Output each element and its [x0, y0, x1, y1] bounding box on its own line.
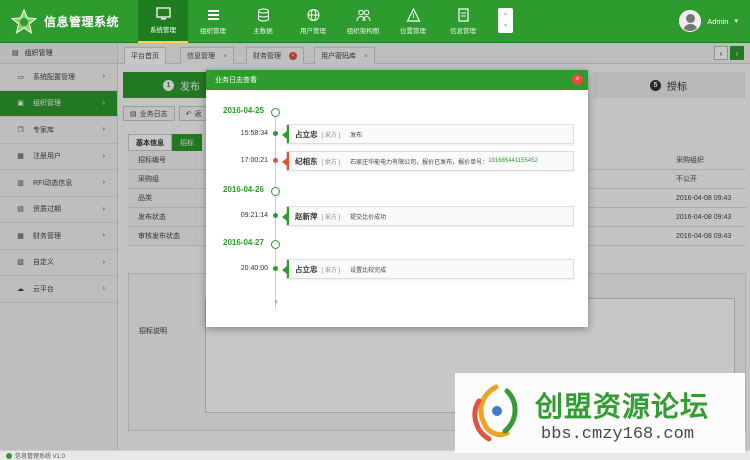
- timeline-entry: 纪相东 [ 供方 ] 石家庄华能电力有限公司，报价已发布，报价单号： 19168…: [282, 151, 574, 171]
- location-icon: [406, 8, 420, 22]
- timeline-dot: [273, 266, 278, 271]
- list-icon: [207, 10, 219, 20]
- timeline-dot: [273, 158, 278, 163]
- caret-down-icon: ▾: [734, 18, 738, 25]
- entry-user: 占立忠: [295, 264, 318, 274]
- chevron-down-icon: ⌄: [502, 20, 509, 28]
- info-icon: [6, 452, 12, 459]
- entry-action: 设置比较完成: [350, 267, 387, 274]
- dialog-title: 业务日志查看: [215, 77, 257, 84]
- timeline-dot: [273, 213, 278, 218]
- timeline-time: 17:00:21: [240, 157, 268, 164]
- nav-label: 主数据: [253, 28, 273, 35]
- users-icon: [356, 9, 370, 22]
- entry-role: [ 采方 ]: [321, 132, 341, 139]
- nav-item-org-chart[interactable]: 组织架构图: [338, 0, 388, 43]
- nav-label: 系统管理: [150, 27, 176, 34]
- nav-item-system[interactable]: 系统管理: [138, 0, 188, 43]
- watermark-logo-icon: [472, 384, 518, 442]
- watermark: 创盟资源论坛 bbs.cmzy168.com: [455, 373, 745, 453]
- nav-label: 组织管理: [200, 28, 226, 35]
- timeline-node: [271, 240, 280, 249]
- avatar: [679, 10, 702, 32]
- nav-item-users[interactable]: 用户管理: [288, 0, 338, 43]
- entry-action: 石家庄华能电力有限公司，报价已发布，报价单号：: [350, 159, 489, 166]
- entry-role: [ 采方 ]: [321, 214, 341, 221]
- status-text: 信息管理系统 V1.0: [15, 454, 66, 460]
- entry-user: 纪相东: [295, 156, 318, 166]
- entry-role: [ 供方 ]: [321, 159, 341, 166]
- nav-item-master-data[interactable]: 主数据: [238, 0, 288, 43]
- nav-more-button[interactable]: ⌃ ⌄: [498, 8, 513, 33]
- timeline-time: 09:21:14: [240, 212, 268, 219]
- nav-item-org[interactable]: 组织管理: [188, 0, 238, 43]
- user-name: Admin: [707, 16, 729, 26]
- globe-icon: [307, 9, 319, 21]
- user-menu[interactable]: Admin ▾: [679, 10, 738, 32]
- nav-label: 用户管理: [300, 28, 326, 35]
- arrow-down-icon: ▼: [273, 300, 279, 306]
- entry-role: [ 采方 ]: [321, 267, 341, 274]
- nav-label: 位置管理: [400, 28, 426, 35]
- timeline-line: [275, 112, 276, 309]
- logo-icon: [10, 9, 38, 35]
- timeline-date: 2016-04-26: [223, 185, 264, 194]
- timeline-node: [271, 187, 280, 196]
- watermark-url: bbs.cmzy168.com: [541, 425, 695, 444]
- document-icon: [457, 8, 469, 22]
- nav-label: 信息管理: [450, 28, 476, 35]
- dialog-header: 业务日志查看: [206, 70, 588, 90]
- monitor-icon: [155, 7, 171, 20]
- business-log-dialog: 业务日志查看 × ▼ 2016-04-25 15:58:34 占立忠 [ 采方 …: [206, 70, 588, 327]
- nav-item-info[interactable]: 信息管理: [438, 0, 488, 43]
- nav-label: 组织架构图: [346, 28, 380, 35]
- nav-item-location[interactable]: 位置管理: [388, 0, 438, 43]
- timeline-time: 20:40:00: [240, 265, 268, 272]
- entry-action: 发布: [350, 132, 363, 139]
- chevron-up-icon: ⌃: [502, 12, 509, 20]
- timeline-date: 2016-04-25: [223, 106, 264, 115]
- entry-user: 占立忠: [295, 129, 318, 139]
- timeline-dot: [273, 131, 278, 136]
- timeline-node: [271, 108, 280, 117]
- entry-user: 赵新萍: [295, 211, 318, 221]
- database-icon: [257, 8, 269, 22]
- app-title: 信息管理系统: [44, 15, 120, 29]
- timeline-date: 2016-04-27: [223, 238, 264, 247]
- timeline-time: 15:58:34: [240, 130, 268, 137]
- main-nav: 系统管理 组织管理 主数据 用户管理 组织架构图 位置管理 信息管理 ⌃ ⌄: [138, 0, 513, 43]
- entry-action: 提交比价成功: [350, 214, 387, 221]
- timeline-entry: 占立忠 [ 采方 ] 发布: [282, 124, 574, 144]
- watermark-title: 创盟资源论坛: [535, 391, 710, 422]
- timeline-entry: 赵新萍 [ 采方 ] 提交比价成功: [282, 206, 574, 226]
- quote-number: 191685441155452: [488, 158, 538, 164]
- top-bar: 信息管理系统 系统管理 组织管理 主数据 用户管理 组织架构图 位置管理 信息管…: [0, 0, 750, 43]
- close-icon[interactable]: ×: [572, 74, 583, 85]
- timeline-entry: 占立忠 [ 采方 ] 设置比较完成: [282, 259, 574, 279]
